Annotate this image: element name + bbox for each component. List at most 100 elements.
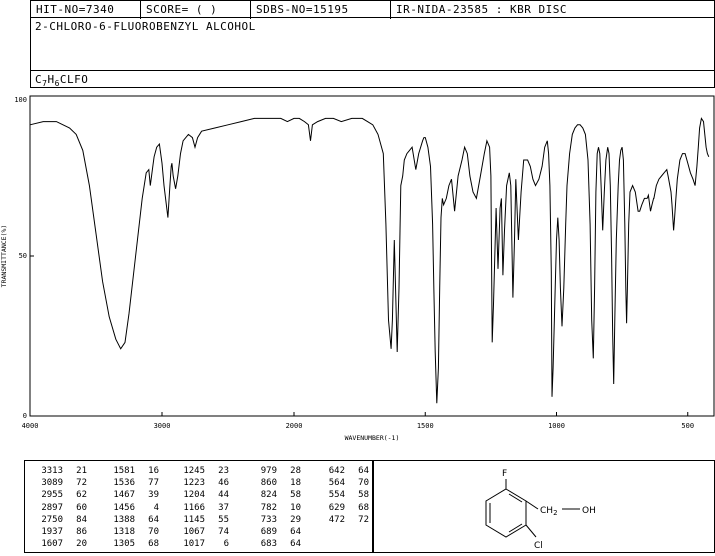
fluorine-atom: F (502, 469, 507, 479)
peak-wavenumber: 3089 (41, 478, 63, 489)
x-axis-label: WAVENUMBER(-1) (345, 434, 400, 442)
peak-transmittance: 68 (148, 539, 159, 550)
formula-box: C7H6CLFO (30, 70, 715, 88)
peak-wavenumber: 689 (260, 527, 277, 538)
peak-wavenumber: 1017 (183, 539, 205, 550)
peak-row: 1145 55 (175, 514, 229, 526)
peak-table: 3313 21 3089 72 2955 62 2897 60 2750 84 1937 86 1607… (24, 460, 373, 553)
peak-transmittance: 23 (218, 466, 229, 476)
peak-row: 1607 20 (33, 538, 87, 550)
peak-wavenumber: 733 (260, 514, 277, 525)
peak-wavenumber: 1305 (113, 539, 135, 550)
peak-row: 2897 60 (33, 502, 87, 514)
peak-row: 1581 16 (105, 465, 159, 477)
molecular-formula: C7H6CLFO (35, 73, 89, 89)
peak-row: 1245 23 (175, 465, 229, 477)
peak-row: 472 72 (315, 514, 369, 526)
peak-wavenumber: 860 (260, 478, 277, 489)
peak-column: 979 28 860 18 824 58 782 10 733 29 689 64 683 64 (247, 465, 301, 550)
peak-wavenumber: 1937 (41, 527, 63, 538)
peak-wavenumber: 824 (260, 490, 277, 501)
peak-row: 1388 64 (105, 514, 159, 526)
peak-wavenumber: 2750 (41, 514, 63, 525)
peak-wavenumber: 3313 (41, 466, 63, 476)
peak-row: 1017 6 (175, 538, 229, 550)
peak-wavenumber: 1581 (113, 466, 135, 476)
peak-row: 2955 62 (33, 489, 87, 501)
peak-transmittance: 55 (218, 514, 229, 525)
peak-row: 1067 74 (175, 526, 229, 538)
peak-transmittance: 64 (358, 466, 369, 476)
peak-transmittance: 84 (76, 514, 87, 525)
peak-transmittance: 6 (223, 539, 229, 550)
peak-transmittance: 10 (290, 502, 301, 513)
peak-row: 860 18 (247, 477, 301, 489)
peak-row: 979 28 (247, 465, 301, 477)
peak-column: 1581 16 1536 77 1467 39 1456 4 1388 64 1318 70 1305 6… (105, 465, 159, 550)
peak-transmittance: 64 (290, 527, 301, 538)
peak-transmittance: 21 (76, 466, 87, 476)
peak-wavenumber: 1388 (113, 514, 135, 525)
peak-transmittance: 77 (148, 478, 159, 489)
peak-column: 1245 23 1223 46 1204 44 1166 37 1145 55 1067 74 1017… (175, 465, 229, 550)
peak-row: 782 10 (247, 502, 301, 514)
peak-row: 1937 86 (33, 526, 87, 538)
peak-row: 642 64 (315, 465, 369, 477)
peak-wavenumber: 554 (328, 490, 345, 501)
peak-transmittance: 58 (358, 490, 369, 501)
peak-column: 642 64 564 70 554 58 629 68 472 72 (315, 465, 369, 526)
peak-wavenumber: 1067 (183, 527, 205, 538)
peak-transmittance: 86 (76, 527, 87, 538)
y-tick-label: 100 (14, 96, 27, 104)
peak-transmittance: 39 (148, 490, 159, 501)
x-tick-label: 1000 (548, 422, 565, 430)
peak-wavenumber: 2955 (41, 490, 63, 501)
peak-row: 824 58 (247, 489, 301, 501)
peak-row: 629 68 (315, 502, 369, 514)
peak-transmittance: 60 (76, 502, 87, 513)
peak-row: 2750 84 (33, 514, 87, 526)
header-bar: HIT-NO=7340 SCORE= ( ) SDBS-NO=15195 IR-… (30, 0, 715, 19)
peak-wavenumber: 782 (260, 502, 277, 513)
peak-row: 1536 77 (105, 477, 159, 489)
ch2-group: CH2 (540, 506, 558, 517)
peak-transmittance: 72 (358, 514, 369, 525)
peak-wavenumber: 1607 (41, 539, 63, 550)
peak-wavenumber: 1223 (183, 478, 205, 489)
peak-row: 733 29 (247, 514, 301, 526)
peak-row: 683 64 (247, 538, 301, 550)
y-tick-label: 0 (23, 412, 27, 420)
ir-spectrum-chart: 100500 4000 3000 2000 1500 1000 500 WAVENUMBE… (0, 95, 715, 442)
spectrum-line (29, 117, 710, 404)
peak-transmittance: 62 (76, 490, 87, 501)
peak-wavenumber: 1456 (113, 502, 135, 513)
peak-row: 564 70 (315, 477, 369, 489)
structure-box: F Cl CH2 OH (373, 460, 715, 553)
peak-transmittance: 37 (218, 502, 229, 513)
peak-wavenumber: 564 (328, 478, 345, 489)
peak-wavenumber: 1245 (183, 466, 205, 476)
peak-transmittance: 72 (76, 478, 87, 489)
peak-wavenumber: 1318 (113, 527, 135, 538)
compound-name: 2-CHLORO-6-FLUOROBENZYL ALCOHOL (35, 20, 256, 33)
y-tick-label: 50 (19, 252, 27, 260)
peak-wavenumber: 1204 (183, 490, 205, 501)
peak-row: 3313 21 (33, 465, 87, 477)
peak-row: 1305 68 (105, 538, 159, 550)
peak-transmittance: 46 (218, 478, 229, 489)
hydroxyl-group: OH (582, 506, 596, 516)
x-tick-label: 1500 (417, 422, 434, 430)
peak-transmittance: 18 (290, 478, 301, 489)
peak-transmittance: 68 (358, 502, 369, 513)
peak-wavenumber: 1145 (183, 514, 205, 525)
peak-transmittance: 70 (358, 478, 369, 489)
peak-row: 1166 37 (175, 502, 229, 514)
peak-transmittance: 58 (290, 490, 301, 501)
peak-transmittance: 64 (148, 514, 159, 525)
peak-transmittance: 74 (218, 527, 229, 538)
peak-transmittance: 4 (153, 502, 159, 513)
chemical-structure: F Cl CH2 OH (485, 469, 596, 551)
x-tick-label: 500 (681, 422, 694, 430)
peak-row: 1204 44 (175, 489, 229, 501)
peak-wavenumber: 629 (328, 502, 345, 513)
